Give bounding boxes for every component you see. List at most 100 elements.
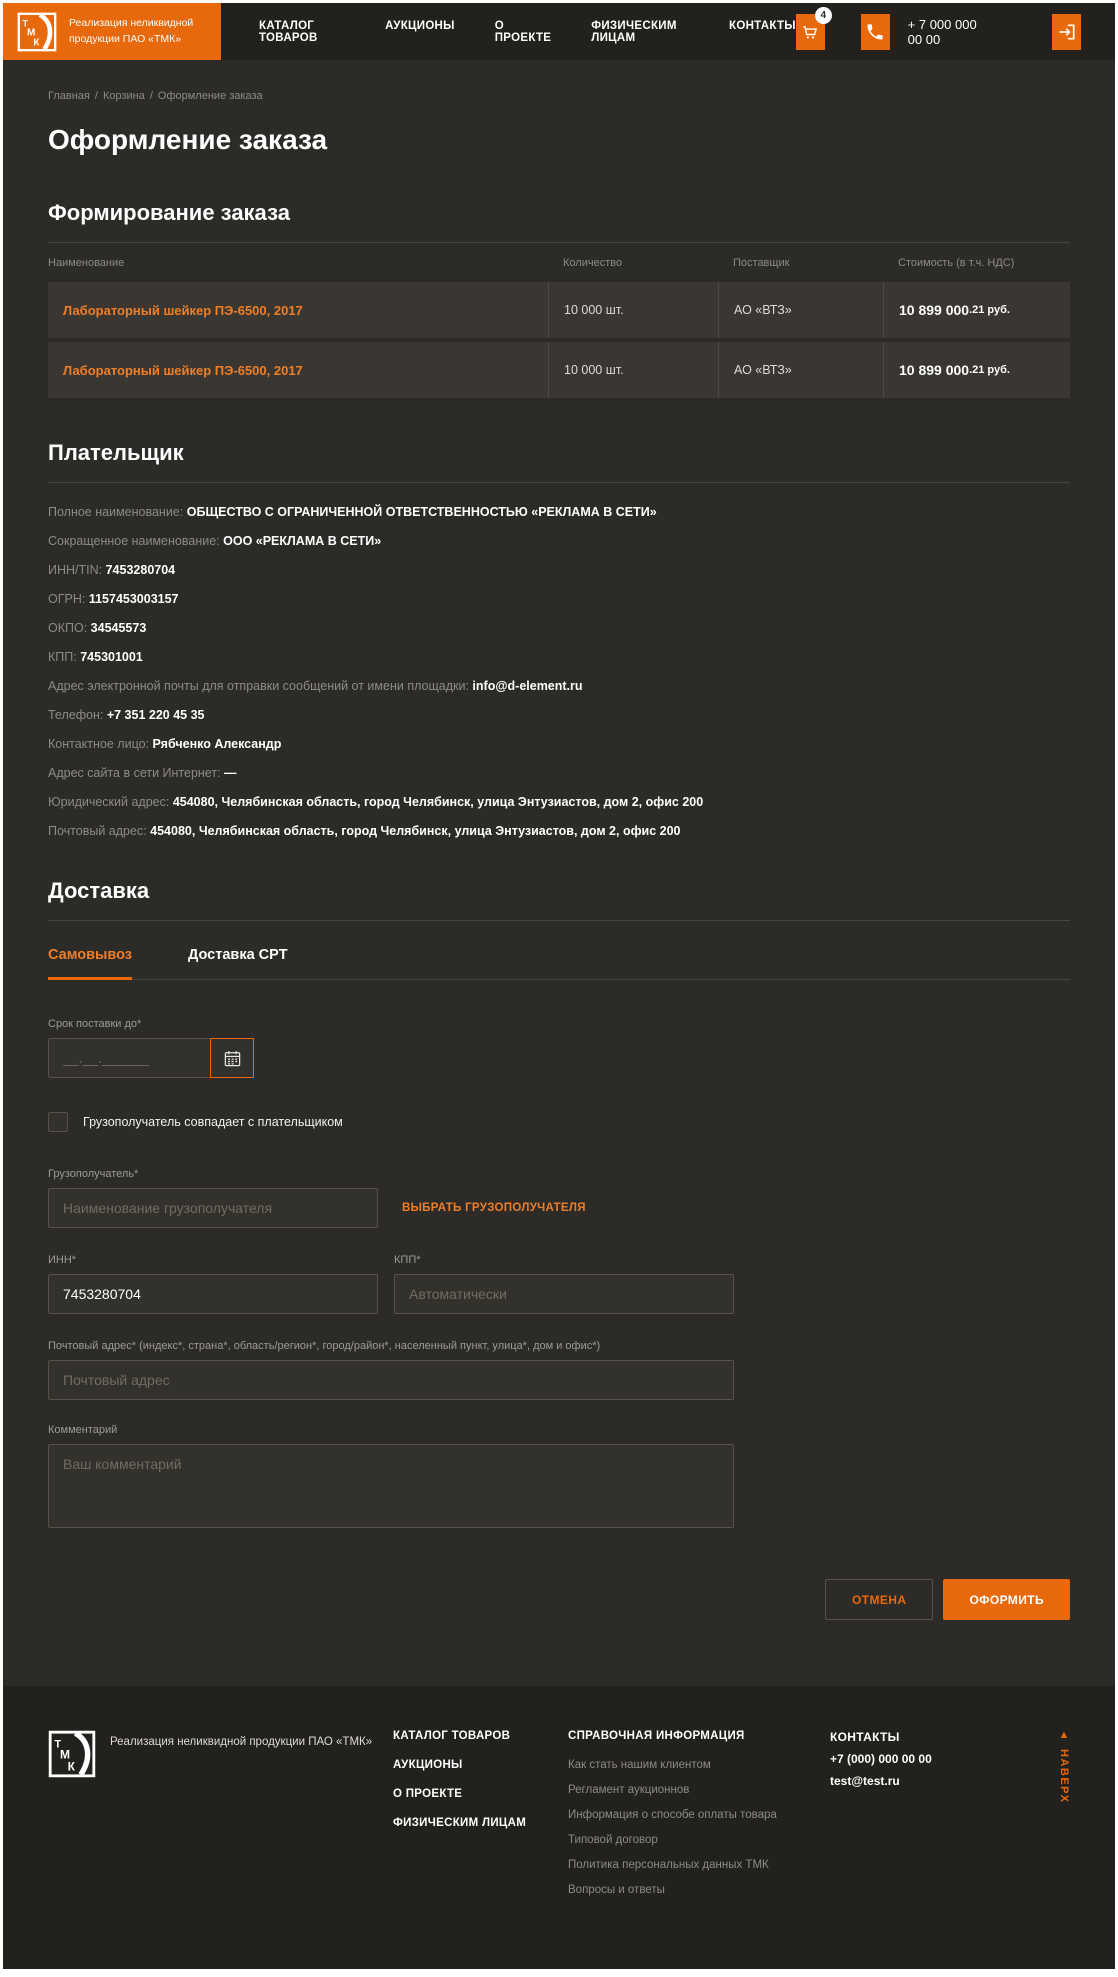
breadcrumb-home[interactable]: Главная [48,90,90,102]
order-section-title: Формирование заказа [48,200,1070,226]
choose-consignee-button[interactable]: ВЫБРАТЬ ГРУЗОПОЛУЧАТЕЛЯ [402,1202,586,1214]
kpp-group: КПП* [394,1254,734,1314]
scroll-to-top-button[interactable]: ▲ НАВЕРХ [1058,1730,1070,1909]
cell-product-name: Лабораторный шейкер ПЭ-6500, 2017 [48,282,548,338]
postal-label: Почтовый адрес* (индекс*, страна*, облас… [48,1340,734,1352]
cell-product-name: Лабораторный шейкер ПЭ-6500, 2017 [48,342,548,398]
payer-field-label: Контактное лицо: [48,737,149,751]
main-nav-link[interactable]: АУКЦИОНЫ [385,20,455,44]
col-header-supplier: Поставщик [718,243,883,282]
payer-section: Плательщик Полное наименование: ОБЩЕСТВО… [48,440,1070,838]
main-nav-link[interactable]: КОНТАКТЫ [729,20,796,44]
payer-field-row: Полное наименование: ОБЩЕСТВО С ОГРАНИЧЕ… [48,505,1070,519]
payer-field-value: 7453280704 [106,563,176,577]
footer-nav-link[interactable]: АУКЦИОНЫ [393,1759,568,1771]
footer-info-link[interactable]: Типовой договор [568,1834,830,1846]
breadcrumb-cart[interactable]: Корзина [103,90,145,102]
form-actions: ОТМЕНА ОФОРМИТЬ [48,1579,1070,1620]
comment-group: Комментарий [48,1424,734,1533]
footer-info-link[interactable]: Как стать нашим клиентом [568,1759,830,1771]
inn-input[interactable] [48,1274,378,1314]
product-link[interactable]: Лабораторный шейкер ПЭ-6500, 2017 [63,363,303,378]
cell-supplier: АО «ВТЗ» [718,282,883,338]
main-nav-link[interactable]: О ПРОЕКТЕ [495,20,552,44]
payer-field-label: Почтовый адрес: [48,824,147,838]
payer-field-value: +7 351 220 45 35 [107,708,205,722]
footer-logo[interactable]: Реализация неликвидной продукции ПАО «ТМ… [48,1730,393,1909]
payer-field-row: ИНН/TIN: 7453280704 [48,563,1070,577]
tmk-logo-icon [17,12,57,52]
to-top-label: НАВЕРХ [1058,1749,1070,1803]
payer-field-row: Почтовый адрес: 454080, Челябинская обла… [48,824,1070,838]
page-title: Оформление заказа [48,124,1070,156]
cell-supplier: АО «ВТЗ» [718,342,883,398]
payer-field-row: Контактное лицо: Рябченко Александр [48,737,1070,751]
cell-quantity: 10 000 шт. [548,282,718,338]
delivery-date-input[interactable] [48,1038,210,1078]
footer-nav-link[interactable]: КАТАЛОГ ТОВАРОВ [393,1730,568,1742]
submit-order-button[interactable]: ОФОРМИТЬ [943,1579,1070,1620]
footer-info-link[interactable]: Вопросы и ответы [568,1884,830,1896]
footer-nav-link[interactable]: ФИЗИЧЕСКИМ ЛИЦАМ [393,1817,568,1829]
order-table-header: Наименование Количество Поставщик Стоимо… [48,243,1070,282]
payer-field-value: info@d-element.ru [472,679,582,693]
main-nav: КАТАЛОГ ТОВАРОВ АУКЦИОНЫ О ПРОЕКТЕ ФИЗИЧЕСК… [259,20,796,44]
phone-button[interactable] [861,14,890,50]
main-nav-link[interactable]: ФИЗИЧЕСКИМ ЛИЦАМ [591,20,689,44]
cancel-button[interactable]: ОТМЕНА [825,1579,933,1620]
kpp-label: КПП* [394,1254,734,1266]
footer-nav: КАТАЛОГ ТОВАРОВ АУКЦИОНЫ О ПРОЕКТЕ ФИЗИЧЕСК… [393,1730,568,1909]
header-logo[interactable]: Реализация неликвидной продукции ПАО «ТМ… [3,3,221,60]
up-triangle-icon: ▲ [1059,1730,1070,1741]
screenshot-frame: Реализация неликвидной продукции ПАО «ТМ… [0,0,1118,1977]
cart-button[interactable]: 4 [796,14,825,50]
payer-field-value: Рябченко Александр [153,737,282,751]
consignee-name-input[interactable] [48,1188,378,1228]
payer-field-value: — [224,766,237,780]
payer-fields: Полное наименование: ОБЩЕСТВО С ОГРАНИЧЕ… [48,505,1070,838]
payer-field-value: 34545573 [91,621,147,635]
payer-field-label: КПП: [48,650,77,664]
footer-info-link[interactable]: Политика персональных данных ТМК [568,1859,830,1871]
checkout-page: Реализация неликвидной продукции ПАО «ТМ… [3,3,1115,1969]
consignee-same-checkbox[interactable] [48,1112,68,1132]
payer-field-row: Адрес сайта в сети Интернет: — [48,766,1070,780]
exit-button[interactable] [1052,14,1081,50]
main-nav-link[interactable]: КАТАЛОГ ТОВАРОВ [259,20,345,44]
footer-info-links: Как стать нашим клиентом Регламент аукцио… [568,1759,830,1896]
consignee-same-label: Грузополучатель совпадает с плательщиком [83,1115,343,1129]
header-logo-text: Реализация неликвидной продукции ПАО «ТМ… [69,16,207,46]
comment-textarea[interactable] [48,1444,734,1528]
product-link[interactable]: Лабораторный шейкер ПЭ-6500, 2017 [63,303,303,318]
breadcrumb-separator: / [150,90,153,102]
delivery-section: Доставка Самовывоз Доставка CPT Срок пос… [48,878,1070,1620]
payer-field-row: Юридический адрес: 454080, Челябинская о… [48,795,1070,809]
payer-field-label: Телефон: [48,708,103,722]
tab-pickup[interactable]: Самовывоз [48,947,132,980]
footer-contacts: КОНТАКТЫ +7 (000) 000 00 00 test@test.ru [830,1730,1030,1909]
footer-info-link[interactable]: Регламент аукционнов [568,1784,830,1796]
footer-info-link[interactable]: Информация о способе оплаты товара [568,1809,830,1821]
cell-price: 10 899 000.21 руб. [883,282,1070,338]
payer-field-value: 454080, Челябинская область, город Челяб… [173,795,703,809]
table-row: Лабораторный шейкер ПЭ-6500, 2017 10 000… [48,342,1070,398]
payer-field-value: 1157453003157 [89,592,179,606]
col-header-qty: Количество [548,243,718,282]
kpp-input[interactable] [394,1274,734,1314]
postal-input[interactable] [48,1360,734,1400]
tab-delivery-cpt[interactable]: Доставка CPT [188,947,288,980]
order-table-body: Лабораторный шейкер ПЭ-6500, 2017 10 000… [48,282,1070,398]
delivery-tabs: Самовывоз Доставка CPT [48,947,1070,980]
calendar-button[interactable] [210,1038,254,1078]
table-row: Лабораторный шейкер ПЭ-6500, 2017 10 000… [48,282,1070,338]
footer-nav-link[interactable]: О ПРОЕКТЕ [393,1788,568,1800]
consignee-group: Грузополучатель* ВЫБРАТЬ ГРУЗОПОЛУЧАТЕЛЯ [48,1168,1070,1228]
main-content: Главная/Корзина/Оформление заказа Оформл… [3,60,1115,1620]
header-phone-number: + 7 000 000 00 00 [908,17,992,47]
payer-field-label: Адрес электронной почты для отправки соо… [48,679,469,693]
footer: Реализация неликвидной продукции ПАО «ТМ… [3,1686,1115,1969]
inn-label: ИНН* [48,1254,378,1266]
inn-kpp-row: ИНН* КПП* [48,1254,1070,1314]
cart-badge: 4 [815,7,832,24]
col-header-price: Стоимость (в т.ч. НДС) [883,243,1070,282]
